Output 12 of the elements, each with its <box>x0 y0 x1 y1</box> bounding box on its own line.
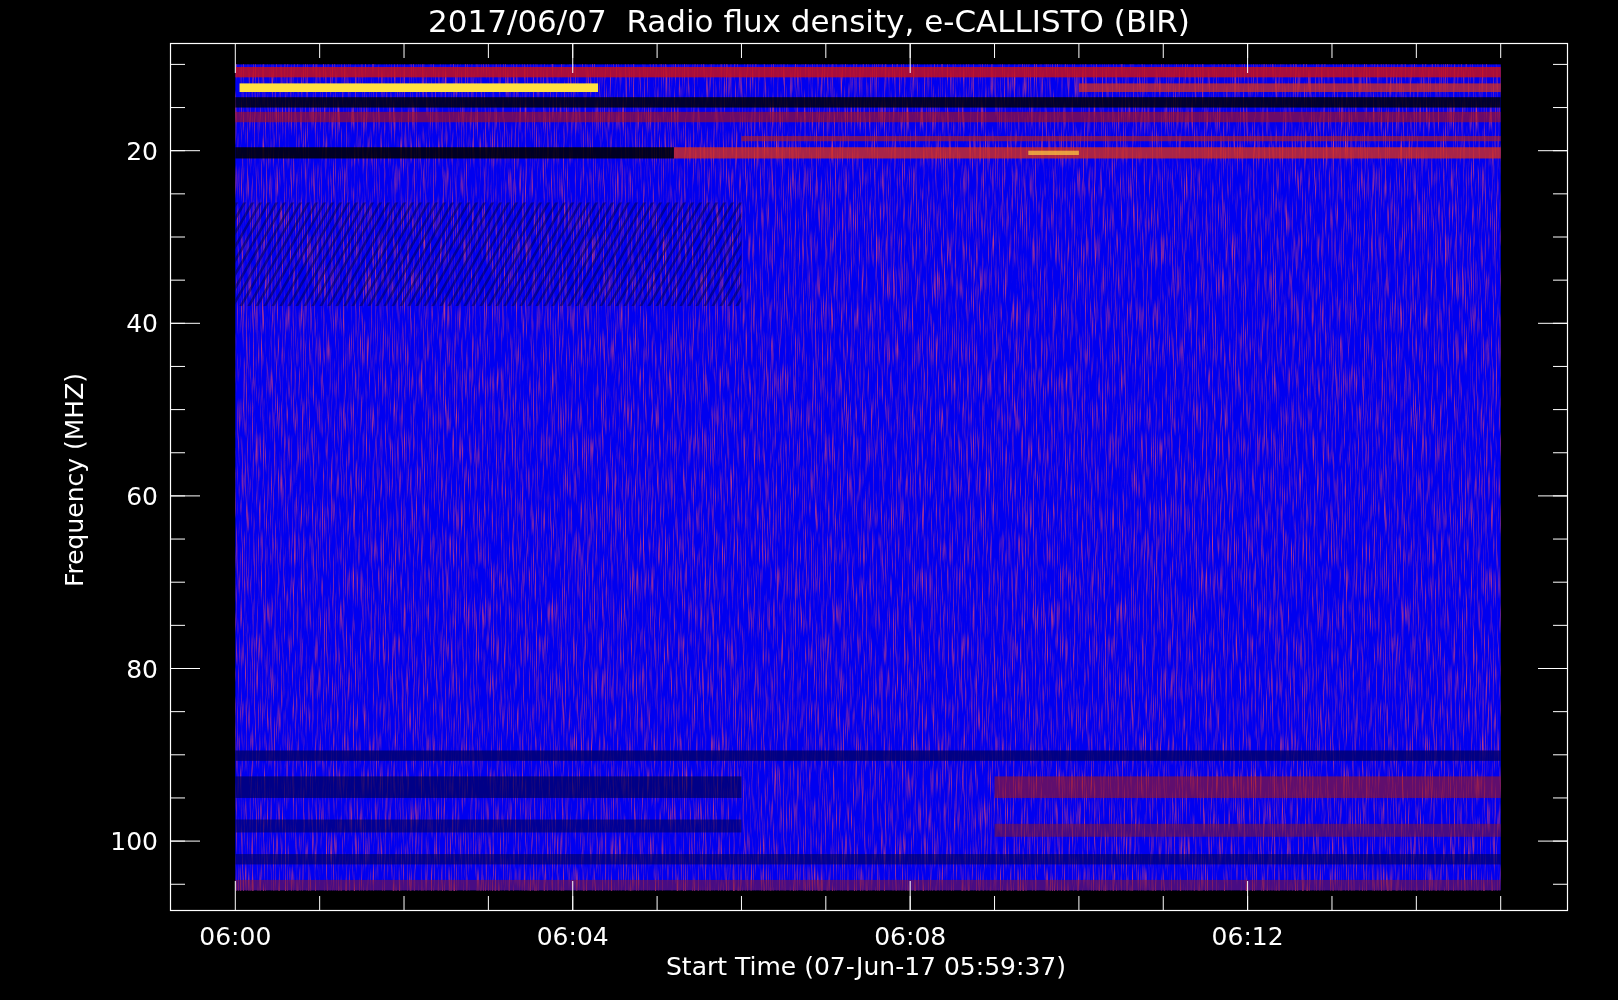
y-tick-label: 100 <box>110 827 158 857</box>
x-tick-label: 06:00 <box>199 922 272 951</box>
y-tick-label: 80 <box>126 654 158 684</box>
x-axis-label: Start Time (07-Jun-17 05:59:37) <box>666 952 1066 981</box>
x-tick-label: 06:08 <box>874 922 947 951</box>
y-axis-label: Frequency (MHZ) <box>60 372 89 588</box>
y-tick-label: 60 <box>126 481 158 511</box>
x-tick-label: 06:04 <box>536 922 609 951</box>
y-tick-label: 40 <box>126 309 158 339</box>
chart-title: 2017/06/07 Radio flux density, e-CALLISTO (BIR) <box>428 3 1190 39</box>
x-tick-label: 06:12 <box>1211 922 1284 951</box>
y-tick-label: 20 <box>126 136 158 166</box>
